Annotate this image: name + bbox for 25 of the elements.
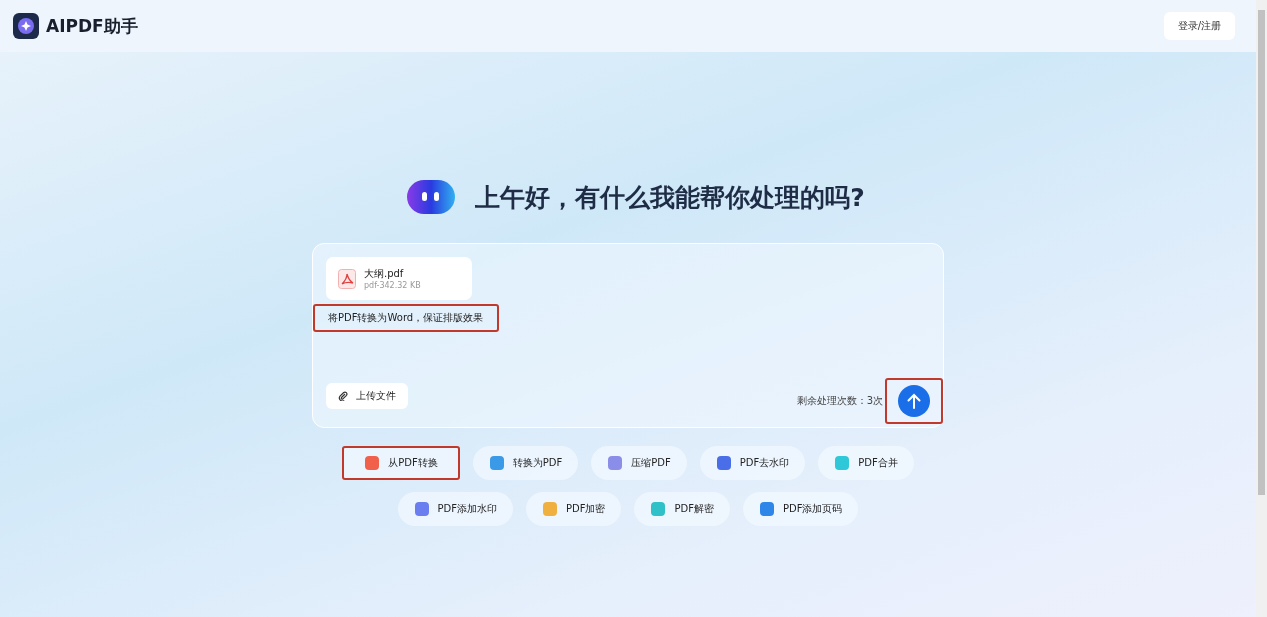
send-button[interactable] — [898, 385, 930, 417]
pdf-file-icon — [338, 268, 356, 289]
login-button[interactable]: 登录/注册 — [1163, 12, 1235, 40]
file-attachment[interactable]: 大纲.pdf pdf-342.32 KB — [326, 257, 472, 300]
upload-file-button[interactable]: 上传文件 — [326, 383, 408, 409]
scrollbar[interactable] — [1256, 0, 1267, 617]
file-size: pdf-342.32 KB — [364, 281, 421, 290]
tool-chip[interactable]: PDF合并 — [818, 446, 914, 480]
tool-chip[interactable]: PDF去水印 — [699, 446, 806, 480]
file-name: 大纲.pdf — [364, 267, 405, 281]
remaining-count: 剩余处理次数：3次 — [796, 394, 883, 408]
logo-icon — [13, 13, 39, 39]
app-title: AIPDF助手 — [46, 14, 138, 38]
paperclip-icon — [338, 391, 348, 401]
tool-chip[interactable]: 转换为PDF — [472, 446, 579, 480]
tool-chip[interactable]: PDF添加水印 — [397, 492, 513, 526]
greeting-heading: 上午好，有什么我能帮你处理的吗? — [475, 181, 865, 214]
tool-chip[interactable]: 压缩PDF — [591, 446, 687, 480]
robot-face-icon — [405, 177, 458, 217]
tool-chip[interactable]: PDF加密 — [526, 492, 622, 526]
tool-chip[interactable]: 从PDF转换 — [342, 446, 460, 480]
tool-chip[interactable]: PDF添加页码 — [742, 492, 859, 526]
up-arrow-icon — [907, 393, 921, 409]
tool-chip[interactable]: PDF解密 — [634, 492, 730, 526]
prompt-text[interactable]: 将PDF转换为Word，保证排版效果 — [313, 304, 500, 332]
